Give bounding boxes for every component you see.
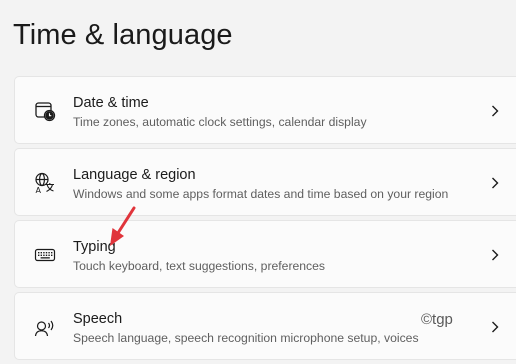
- settings-item-description: Speech language, speech recognition micr…: [73, 331, 419, 345]
- page-title: Time & language: [13, 19, 233, 51]
- svg-text:A: A: [36, 186, 42, 195]
- watermark: ©tgp: [421, 311, 453, 328]
- keyboard-icon: [33, 243, 57, 267]
- settings-item-description: Time zones, automatic clock settings, ca…: [73, 115, 367, 129]
- settings-item-description: Windows and some apps format dates and t…: [73, 187, 449, 201]
- chevron-right-icon: [489, 175, 501, 191]
- chevron-right-icon: [489, 319, 501, 335]
- language-icon: A: [33, 171, 57, 195]
- settings-item-title: Typing: [73, 239, 116, 255]
- settings-item-title: Speech: [73, 311, 123, 327]
- settings-item-description: Touch keyboard, text suggestions, prefer…: [73, 259, 326, 273]
- settings-item-title: Date & time: [73, 95, 149, 111]
- chevron-right-icon: [489, 247, 501, 263]
- settings-item-title: Language & region: [73, 167, 196, 183]
- chevron-right-icon: [489, 103, 501, 119]
- settings-item-language-region[interactable]: A Language & region Windows and some app…: [14, 148, 516, 216]
- speech-icon: [33, 315, 57, 339]
- date-time-icon: [33, 99, 57, 123]
- settings-item-typing[interactable]: Typing Touch keyboard, text suggestions,…: [14, 220, 516, 288]
- settings-item-date-time[interactable]: Date & time Time zones, automatic clock …: [14, 76, 516, 144]
